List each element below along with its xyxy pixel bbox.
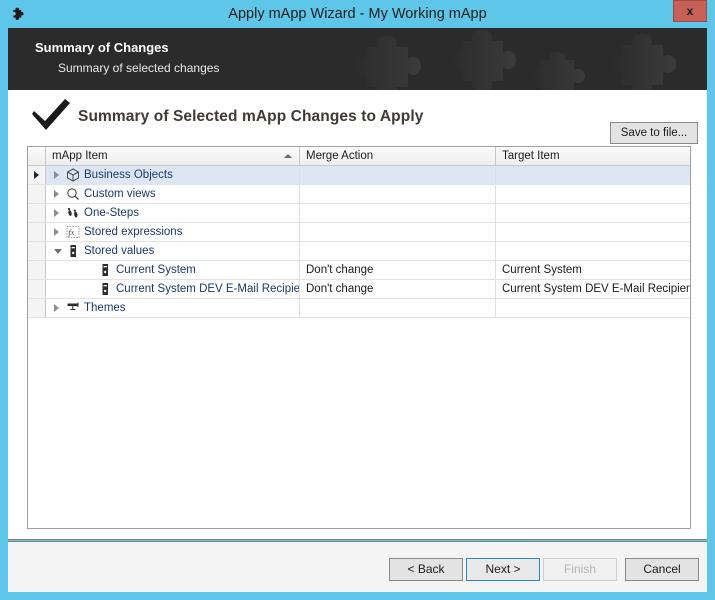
row-indicator [28,223,46,241]
stored-value-icon [66,244,80,258]
grid-body: Business Objects Custom views One-Steps … [28,166,690,318]
grid-header-row: mApp Item Merge Action Target Item [28,147,690,166]
table-row[interactable]: Custom views [28,185,690,204]
cancel-button[interactable]: Cancel [625,558,699,581]
footsteps-icon [66,206,80,220]
mapp-item-label: Stored expressions [84,226,183,238]
cell-target-item [496,185,690,203]
cell-target-item: Current System [496,261,690,279]
column-header-target-item[interactable]: Target Item [496,147,690,165]
page-title: Summary of Selected mApp Changes to Appl… [78,108,424,125]
expander-collapsed-icon[interactable] [54,190,59,198]
table-row[interactable]: Themes [28,299,690,318]
cell-merge-action [300,242,496,260]
row-indicator-header [28,147,46,165]
cell-mapp-item[interactable]: Custom views [46,185,300,203]
current-row-arrow-icon [34,171,39,179]
next-button[interactable]: Next > [466,558,540,581]
cell-mapp-item[interactable]: fx Stored expressions [46,223,300,241]
svg-text:fx: fx [69,228,75,237]
cell-mapp-item[interactable]: Stored values [46,242,300,260]
cell-mapp-item[interactable]: Business Objects [46,166,300,184]
paint-roller-icon [66,301,80,315]
column-header-mapp-item[interactable]: mApp Item [46,147,300,165]
cell-merge-action [300,223,496,241]
title-bar: Apply mApp Wizard - My Working mApp x [0,0,715,28]
table-row[interactable]: Business Objects [28,166,690,185]
row-indicator [28,166,46,184]
back-button[interactable]: < Back [389,558,463,581]
row-indicator [28,204,46,222]
cell-merge-action [300,185,496,203]
row-indicator [28,242,46,260]
content-panel: Summary of Selected mApp Changes to Appl… [8,90,707,540]
cell-mapp-item[interactable]: Current System [46,261,300,279]
row-indicator [28,185,46,203]
wizard-banner: Summary of Changes Summary of selected c… [8,28,707,90]
cell-merge-action: Don't change [300,261,496,279]
save-to-file-button[interactable]: Save to file... [610,122,698,144]
cell-mapp-item[interactable]: Themes [46,299,300,317]
table-row[interactable]: Current System Don't change Current Syst… [28,261,690,280]
window-title: Apply mApp Wizard - My Working mApp [228,6,487,22]
table-row[interactable]: Current System DEV E-Mail Recipient Don'… [28,280,690,299]
mapp-item-label: One-Steps [84,207,139,219]
close-button[interactable]: x [673,0,707,22]
cell-target-item [496,299,690,317]
mapp-item-label: Custom views [84,188,156,200]
cell-merge-action [300,299,496,317]
cube-icon [66,168,80,182]
cell-target-item [496,223,690,241]
cell-merge-action: Don't change [300,280,496,298]
expander-collapsed-icon[interactable] [54,171,59,179]
expander-expanded-icon[interactable] [54,249,62,254]
fx-icon: fx [66,225,80,239]
mapp-item-label: Themes [84,302,126,314]
row-indicator [28,261,46,279]
cell-mapp-item[interactable]: Current System DEV E-Mail Recipient [46,280,300,298]
stored-value-icon [98,282,112,296]
changes-grid[interactable]: mApp Item Merge Action Target Item Busin… [27,146,691,529]
sort-ascending-icon [284,154,292,158]
column-header-label: mApp Item [52,150,108,162]
column-header-merge-action[interactable]: Merge Action [300,147,496,165]
cell-mapp-item[interactable]: One-Steps [46,204,300,222]
banner-title: Summary of Changes [35,40,169,55]
table-row[interactable]: fx Stored expressions [28,223,690,242]
mapp-item-label: Current System DEV E-Mail Recipient [116,283,300,295]
cell-target-item: Current System DEV E-Mail Recipient [496,280,690,298]
magnifier-icon [66,187,80,201]
cell-target-item [496,242,690,260]
table-row[interactable]: Stored values [28,242,690,261]
row-indicator [28,280,46,298]
banner-puzzle-pattern-icon [347,28,707,90]
cell-merge-action [300,204,496,222]
banner-subtitle: Summary of selected changes [58,61,220,75]
cell-merge-action [300,166,496,184]
checkmark-icon [30,98,72,132]
stored-value-icon [98,263,112,277]
cell-target-item [496,204,690,222]
expander-collapsed-icon[interactable] [54,304,59,312]
finish-button: Finish [543,558,617,581]
expander-collapsed-icon[interactable] [54,228,59,236]
wizard-footer: < Back Next > Finish Cancel [8,541,707,592]
row-indicator [28,299,46,317]
apply-mapp-wizard-window: Apply mApp Wizard - My Working mApp x Su… [0,0,715,600]
cell-target-item [496,166,690,184]
table-row[interactable]: One-Steps [28,204,690,223]
mapp-item-label: Current System [116,264,196,276]
mapp-item-label: Stored values [84,245,155,257]
mapp-item-label: Business Objects [84,169,173,181]
expander-collapsed-icon[interactable] [54,209,59,217]
